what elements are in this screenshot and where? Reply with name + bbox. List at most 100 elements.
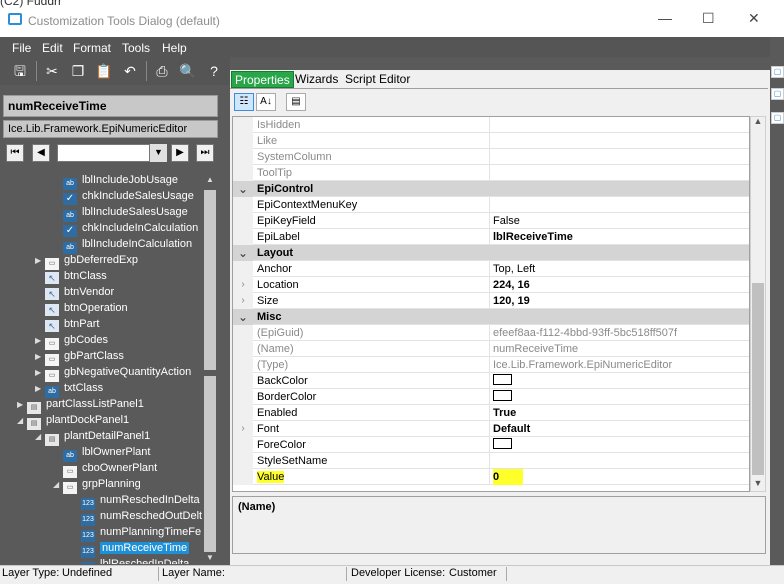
property-row[interactable]: Value 0 [233, 469, 749, 485]
tree-item[interactable]: 123 numReschedInDelta [71, 492, 200, 510]
expand-arrow-icon[interactable]: › [233, 421, 253, 437]
categorized-icon[interactable]: ☷ [234, 93, 254, 111]
property-row[interactable]: ForeColor [233, 437, 749, 453]
property-row[interactable]: SystemColumn [233, 149, 749, 165]
property-row[interactable]: EpiKeyField False [233, 213, 749, 229]
close-button[interactable]: ✕ [748, 10, 760, 27]
expand-arrow-icon[interactable]: › [233, 293, 253, 309]
property-value[interactable]: Ice.Lib.Framework.EpiNumericEditor [493, 357, 749, 373]
property-row[interactable]: Enabled True [233, 405, 749, 421]
tree-item[interactable]: ◢ ▭ grpPlanning [53, 476, 141, 494]
property-row[interactable]: › Size 120, 19 [233, 293, 749, 309]
tree-item[interactable]: ▶ ▭ gbCodes [35, 332, 108, 350]
property-pages-icon[interactable]: ▤ [286, 93, 306, 111]
property-row[interactable]: ToolTip [233, 165, 749, 181]
color-swatch[interactable] [493, 374, 512, 385]
scroll-up-icon[interactable]: ▲ [750, 116, 766, 130]
expand-arrow-icon[interactable]: ⌄ [233, 245, 253, 261]
tree-item[interactable]: 123 numReschedOutDelt [71, 508, 202, 526]
property-category[interactable]: ⌄ EpiControl [233, 181, 749, 197]
expand-arrow-icon[interactable]: › [233, 277, 253, 293]
print-preview-icon[interactable]: 🔍 [178, 61, 198, 81]
property-row[interactable]: EpiContextMenuKey [233, 197, 749, 213]
chevron-down-icon[interactable]: ▼ [149, 144, 167, 162]
expand-arrow-icon[interactable]: ▶ [35, 381, 45, 397]
last-record-button[interactable]: ⏭ [196, 144, 214, 162]
tree-item[interactable]: ab lblReschedInDelta [71, 556, 189, 564]
minimize-button[interactable]: — [658, 10, 672, 26]
tree-item[interactable]: ▭ cboOwnerPlant [53, 460, 157, 478]
print-icon[interactable]: ⎙ [152, 61, 172, 81]
property-value[interactable]: lblReceiveTime [493, 229, 749, 245]
menu-tools[interactable]: Tools [122, 41, 150, 55]
expand-arrow-icon[interactable]: ◢ [35, 429, 45, 445]
maximize-button[interactable]: ☐ [702, 10, 715, 27]
property-value[interactable] [493, 133, 749, 149]
scroll-down-icon[interactable]: ▼ [750, 478, 766, 492]
property-value[interactable] [493, 117, 749, 133]
property-row[interactable]: IsHidden [233, 117, 749, 133]
tree-item[interactable]: ▶ ab txtClass [35, 380, 103, 398]
tree-item[interactable]: ab lblOwnerPlant [53, 444, 150, 462]
property-value[interactable]: Top, Left [493, 261, 749, 277]
menu-format[interactable]: Format [73, 41, 111, 55]
menu-edit[interactable]: Edit [42, 41, 63, 55]
property-row[interactable]: (Name) numReceiveTime [233, 341, 749, 357]
property-category[interactable]: ⌄ Misc [233, 309, 749, 325]
tree-item[interactable]: ▶ ▤ partClassListPanel1 [17, 396, 144, 414]
menu-help[interactable]: Help [162, 41, 187, 55]
property-row[interactable]: EpiLabel lblReceiveTime [233, 229, 749, 245]
tree-item[interactable]: ▶ ▭ gbPartClass [35, 348, 124, 366]
grid-scroll-thumb[interactable] [752, 283, 764, 475]
save-icon[interactable]: 🖫 [10, 61, 30, 81]
property-row[interactable]: › Font Default [233, 421, 749, 437]
property-value[interactable] [493, 149, 749, 165]
property-value[interactable]: 120, 19 [493, 293, 749, 309]
expand-arrow-icon[interactable]: ▶ [35, 365, 45, 381]
tree-item[interactable]: ◢ ▤ plantDetailPanel1 [35, 428, 150, 446]
expand-arrow-icon[interactable]: ▶ [35, 253, 45, 269]
property-row[interactable]: (Type) Ice.Lib.Framework.EpiNumericEditor [233, 357, 749, 373]
tree-item[interactable]: ▶ ▭ gbNegativeQuantityAction [35, 364, 191, 382]
scroll-down-icon[interactable]: ▼ [206, 553, 214, 562]
tab-properties[interactable]: Properties [231, 71, 294, 88]
tree-item[interactable]: 123 numPlanningTimeFe [71, 524, 201, 542]
expand-arrow-icon[interactable]: ▶ [17, 397, 27, 413]
first-record-button[interactable]: ⏮ [6, 144, 24, 162]
property-row[interactable]: (EpiGuid) efeef8aa-f112-4bbd-93ff-5bc518f… [233, 325, 749, 341]
help-icon[interactable]: ? [204, 61, 224, 81]
tree-item[interactable]: ↖ btnPart [35, 316, 99, 332]
tree-item[interactable]: ◢ ▤ plantDockPanel1 [17, 412, 129, 430]
property-value[interactable]: False [493, 213, 749, 229]
property-value[interactable]: Default [493, 421, 749, 437]
previous-button[interactable]: ◀ [32, 144, 50, 162]
expand-arrow-icon[interactable]: ▶ [35, 349, 45, 365]
paste-icon[interactable]: 📋 [94, 61, 114, 81]
tree-item[interactable]: ↖ btnOperation [35, 300, 128, 316]
scroll-up-icon[interactable]: ▲ [206, 175, 214, 184]
tree-item[interactable]: ↖ btnClass [35, 268, 107, 284]
property-grid[interactable]: IsHidden Like SystemColumn ToolTip ⌄ EpiContr… [232, 116, 750, 492]
tree-item[interactable]: ab lblIncludeSalesUsage [53, 204, 188, 222]
property-value[interactable] [493, 165, 749, 181]
property-value[interactable]: True [493, 405, 749, 421]
menu-file[interactable]: File [12, 41, 31, 55]
copy-icon[interactable]: ❐ [68, 61, 88, 81]
property-row[interactable]: Like [233, 133, 749, 149]
next-button[interactable]: ▶ [171, 144, 189, 162]
tree-item[interactable]: ▶ ▭ gbDeferredExp [35, 252, 138, 270]
tree-item[interactable]: ✓ chkIncludeSalesUsage [53, 188, 194, 205]
color-swatch[interactable] [493, 438, 512, 449]
property-value[interactable]: efeef8aa-f112-4bbd-93ff-5bc518ff507f [493, 325, 749, 341]
tab-wizards[interactable]: Wizards [292, 71, 341, 88]
property-value[interactable] [493, 453, 749, 469]
tree-item[interactable]: ↖ btnVendor [35, 284, 114, 300]
color-swatch[interactable] [493, 390, 512, 401]
cut-icon[interactable]: ✂ [42, 61, 62, 81]
tree-item[interactable]: 123 numReceiveTime [71, 540, 190, 558]
property-row[interactable]: Anchor Top, Left [233, 261, 749, 277]
property-row[interactable]: BorderColor [233, 389, 749, 405]
expand-arrow-icon[interactable]: ◢ [17, 413, 27, 429]
expand-arrow-icon[interactable]: ⌄ [233, 181, 253, 197]
sort-alphabetical-icon[interactable]: A↓ [256, 93, 276, 111]
